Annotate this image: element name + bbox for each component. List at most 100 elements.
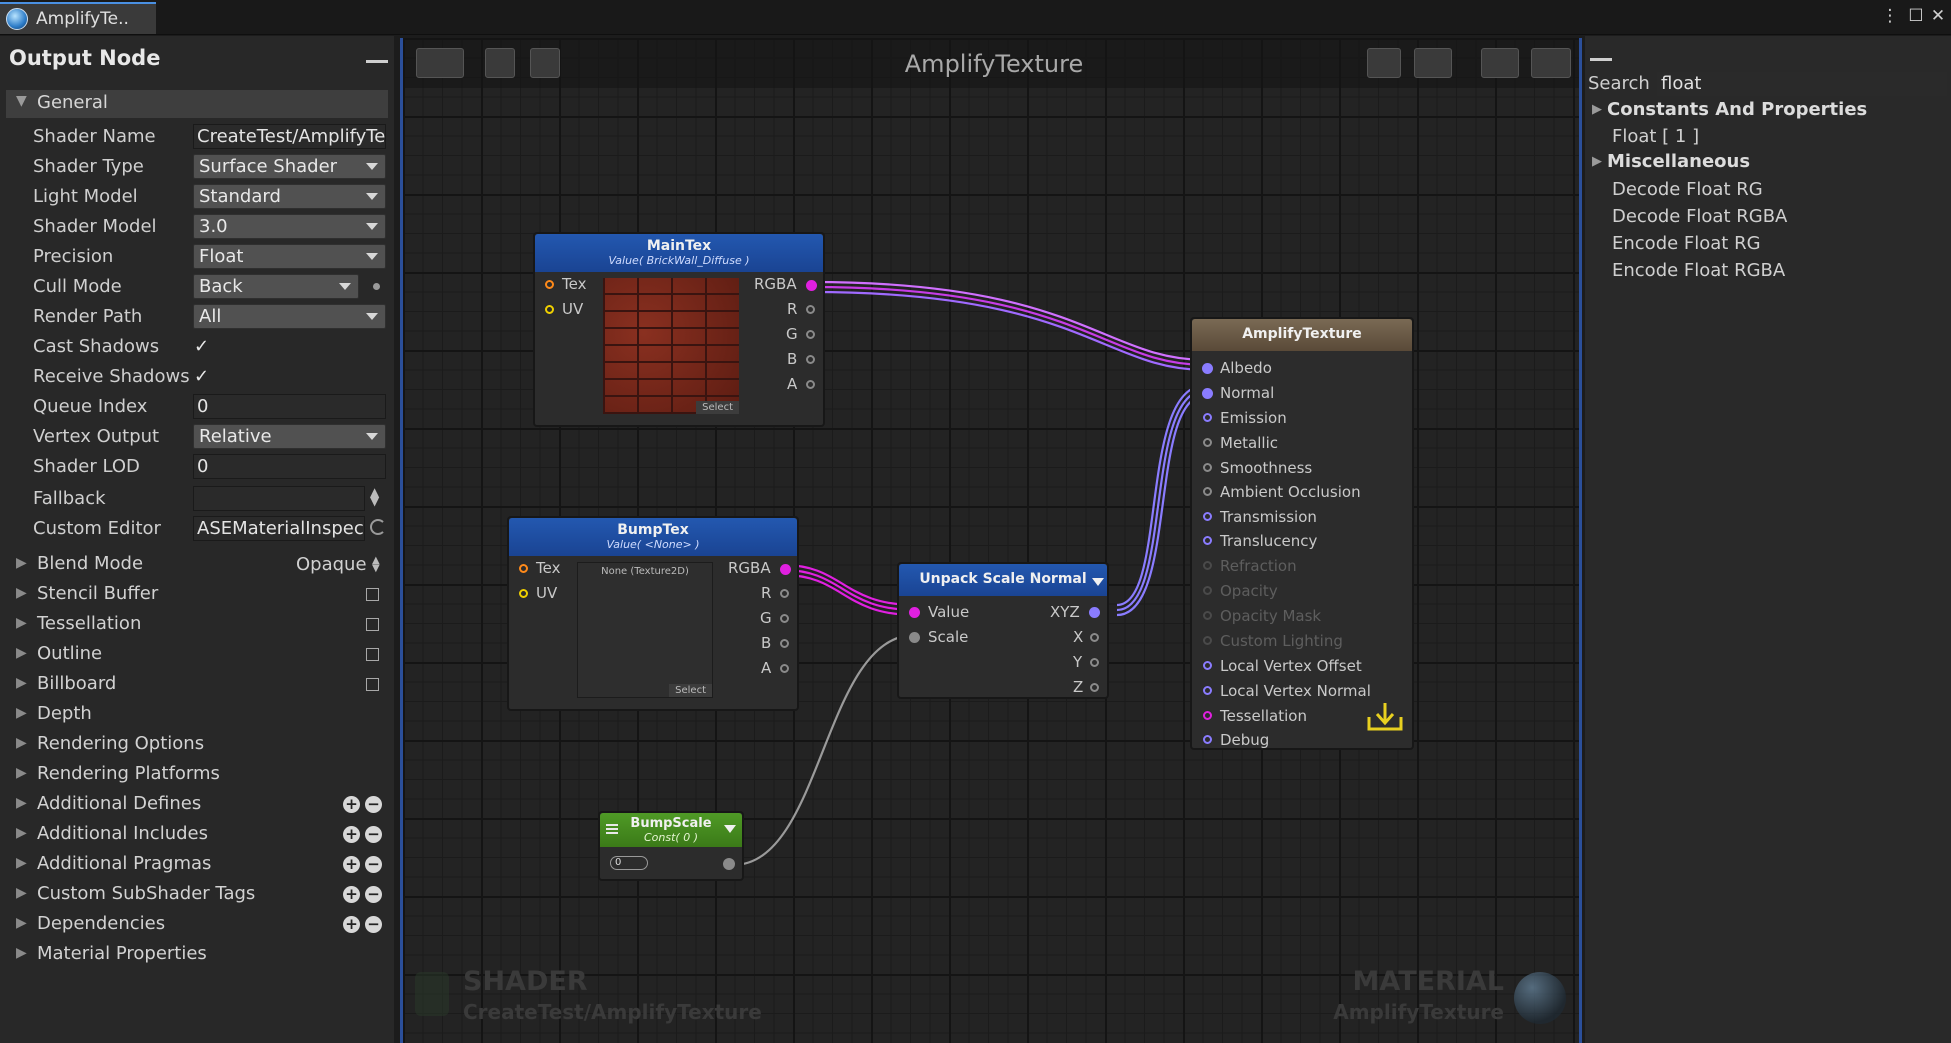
- add-icon[interactable]: +: [343, 856, 360, 873]
- add-icon[interactable]: +: [343, 826, 360, 843]
- section-material-properties[interactable]: ▶ Material Properties: [0, 940, 394, 970]
- minimize-panel-icon[interactable]: [1590, 58, 1612, 61]
- blend-mode-value[interactable]: Opaque: [296, 554, 367, 575]
- close-icon[interactable]: ✕: [1926, 4, 1950, 28]
- xyz-output-port[interactable]: [1089, 607, 1100, 618]
- value-input-port[interactable]: [909, 607, 920, 618]
- z-output-port[interactable]: [1090, 683, 1099, 692]
- tessellation-input-port[interactable]: [1203, 711, 1212, 720]
- section-billboard[interactable]: ▶ Billboard: [0, 670, 394, 700]
- section-checkbox[interactable]: [366, 678, 379, 691]
- select-button[interactable]: Select: [669, 684, 712, 697]
- node-header[interactable]: Unpack Scale Normal: [899, 564, 1107, 596]
- r-output-port[interactable]: [780, 589, 789, 598]
- remove-icon[interactable]: −: [365, 826, 382, 843]
- bumpscale-node[interactable]: BumpScale Const( 0 ) 0: [598, 811, 744, 881]
- download-icon[interactable]: [1365, 701, 1405, 735]
- palette-item[interactable]: Decode Float RG: [1612, 179, 1763, 200]
- shader-lod-field[interactable]: 0: [193, 454, 386, 479]
- cull-mode-dropdown[interactable]: Back: [193, 274, 359, 299]
- queue-index-field[interactable]: 0: [193, 394, 386, 419]
- rgba-output-port[interactable]: [806, 280, 817, 291]
- node-header[interactable]: BumpTex Value( <None> ): [509, 518, 797, 556]
- r-output-port[interactable]: [806, 305, 815, 314]
- section-custom-subshader-tags[interactable]: ▶ Custom SubShader Tags + −: [0, 880, 394, 910]
- metallic-input-port[interactable]: [1203, 438, 1212, 447]
- palette-item[interactable]: Encode Float RGBA: [1612, 260, 1785, 281]
- section-rendering-platforms[interactable]: ▶ Rendering Platforms: [0, 760, 394, 790]
- g-output-port[interactable]: [806, 330, 815, 339]
- tex-input-port[interactable]: [519, 564, 528, 573]
- bumptex-node[interactable]: BumpTex Value( <None> ) Tex UV None (Tex…: [507, 516, 799, 711]
- select-button[interactable]: Select: [696, 401, 739, 414]
- smoothness-input-port[interactable]: [1203, 463, 1212, 472]
- unpack-scale-normal-node[interactable]: Unpack Scale Normal Value Scale XYZ X Y …: [897, 562, 1109, 699]
- x-output-port[interactable]: [1090, 633, 1099, 642]
- g-output-port[interactable]: [780, 614, 789, 623]
- blend-mode-row[interactable]: ▶ Blend Mode Opaque ▲ ▼: [0, 550, 394, 580]
- expand-arrow-icon[interactable]: ▶: [1592, 154, 1602, 169]
- node-header[interactable]: MainTex Value( BrickWall_Diffuse ): [535, 234, 823, 272]
- a-output-port[interactable]: [780, 664, 789, 673]
- remove-icon[interactable]: −: [365, 856, 382, 873]
- category-label[interactable]: Miscellaneous: [1607, 151, 1750, 172]
- translucency-input-port[interactable]: [1203, 536, 1212, 545]
- editor-tab[interactable]: AmplifyTe..: [0, 2, 156, 34]
- window-menu-icon[interactable]: ⋮: [1878, 4, 1902, 28]
- reset-icon[interactable]: [370, 519, 386, 535]
- node-header[interactable]: AmplifyTexture: [1192, 319, 1412, 351]
- remove-icon[interactable]: −: [365, 916, 382, 933]
- section-checkbox[interactable]: [366, 618, 379, 631]
- section-additional-includes[interactable]: ▶ Additional Includes + −: [0, 820, 394, 850]
- section-checkbox[interactable]: [366, 648, 379, 661]
- render-path-dropdown[interactable]: All: [193, 304, 386, 329]
- section-rendering-options[interactable]: ▶ Rendering Options: [0, 730, 394, 760]
- shader-model-dropdown[interactable]: 3.0: [193, 214, 386, 239]
- palette-item[interactable]: Float [ 1 ]: [1612, 126, 1699, 147]
- vertex-output-dropdown[interactable]: Relative: [193, 424, 386, 449]
- debug-input-port[interactable]: [1203, 735, 1212, 744]
- category-label[interactable]: Constants And Properties: [1607, 99, 1867, 120]
- scale-input-port[interactable]: [909, 632, 920, 643]
- section-checkbox[interactable]: [366, 588, 379, 601]
- b-output-port[interactable]: [806, 355, 815, 364]
- bumpscale-output-port[interactable]: [723, 858, 735, 870]
- transmission-input-port[interactable]: [1203, 512, 1212, 521]
- section-depth[interactable]: ▶ Depth: [0, 700, 394, 730]
- node-dropdown-icon[interactable]: [1092, 578, 1104, 586]
- custom-editor-field[interactable]: ASEMaterialInspec: [193, 516, 365, 541]
- y-output-port[interactable]: [1090, 658, 1099, 667]
- expand-arrow-icon[interactable]: ▶: [1592, 102, 1602, 117]
- section-additional-pragmas[interactable]: ▶ Additional Pragmas + −: [0, 850, 394, 880]
- shader-name-field[interactable]: CreateTest/AmplifyTe: [193, 124, 386, 149]
- rgba-output-port[interactable]: [780, 564, 791, 575]
- bumpscale-value-field[interactable]: 0: [610, 856, 648, 870]
- palette-item[interactable]: Encode Float RG: [1612, 233, 1761, 254]
- b-output-port[interactable]: [780, 639, 789, 648]
- add-icon[interactable]: +: [343, 916, 360, 933]
- emission-input-port[interactable]: [1203, 413, 1212, 422]
- local-vertex-offset-input-port[interactable]: [1203, 661, 1212, 670]
- section-tessellation[interactable]: ▶ Tessellation: [0, 610, 394, 640]
- add-icon[interactable]: +: [343, 886, 360, 903]
- node-header[interactable]: BumpScale Const( 0 ): [600, 813, 742, 847]
- node-canvas[interactable]: AmplifyTexture MainTex Value( BrickWall_…: [400, 38, 1582, 1043]
- search-input[interactable]: float: [1657, 72, 1947, 96]
- remove-icon[interactable]: −: [365, 796, 382, 813]
- ambient-occlusion-input-port[interactable]: [1203, 487, 1212, 496]
- output-master-node[interactable]: AmplifyTexture Albedo Normal Emission Me…: [1190, 317, 1414, 750]
- maintex-node[interactable]: MainTex Value( BrickWall_Diffuse ) Tex U…: [533, 232, 825, 427]
- cull-mode-link-icon[interactable]: [373, 283, 380, 290]
- light-model-dropdown[interactable]: Standard: [193, 184, 386, 209]
- fallback-field[interactable]: [193, 486, 365, 511]
- precision-dropdown[interactable]: Float: [193, 244, 386, 269]
- uv-input-port[interactable]: [519, 589, 528, 598]
- blend-mode-stepper-icon[interactable]: ▲ ▼: [372, 556, 380, 574]
- fallback-stepper-icon[interactable]: ▲ ▼: [370, 486, 379, 507]
- add-icon[interactable]: +: [343, 796, 360, 813]
- minimize-panel-icon[interactable]: [366, 60, 388, 63]
- palette-item[interactable]: Decode Float RGBA: [1612, 206, 1787, 227]
- menu-icon[interactable]: [606, 824, 618, 834]
- shader-type-dropdown[interactable]: Surface Shader: [193, 154, 386, 179]
- a-output-port[interactable]: [806, 380, 815, 389]
